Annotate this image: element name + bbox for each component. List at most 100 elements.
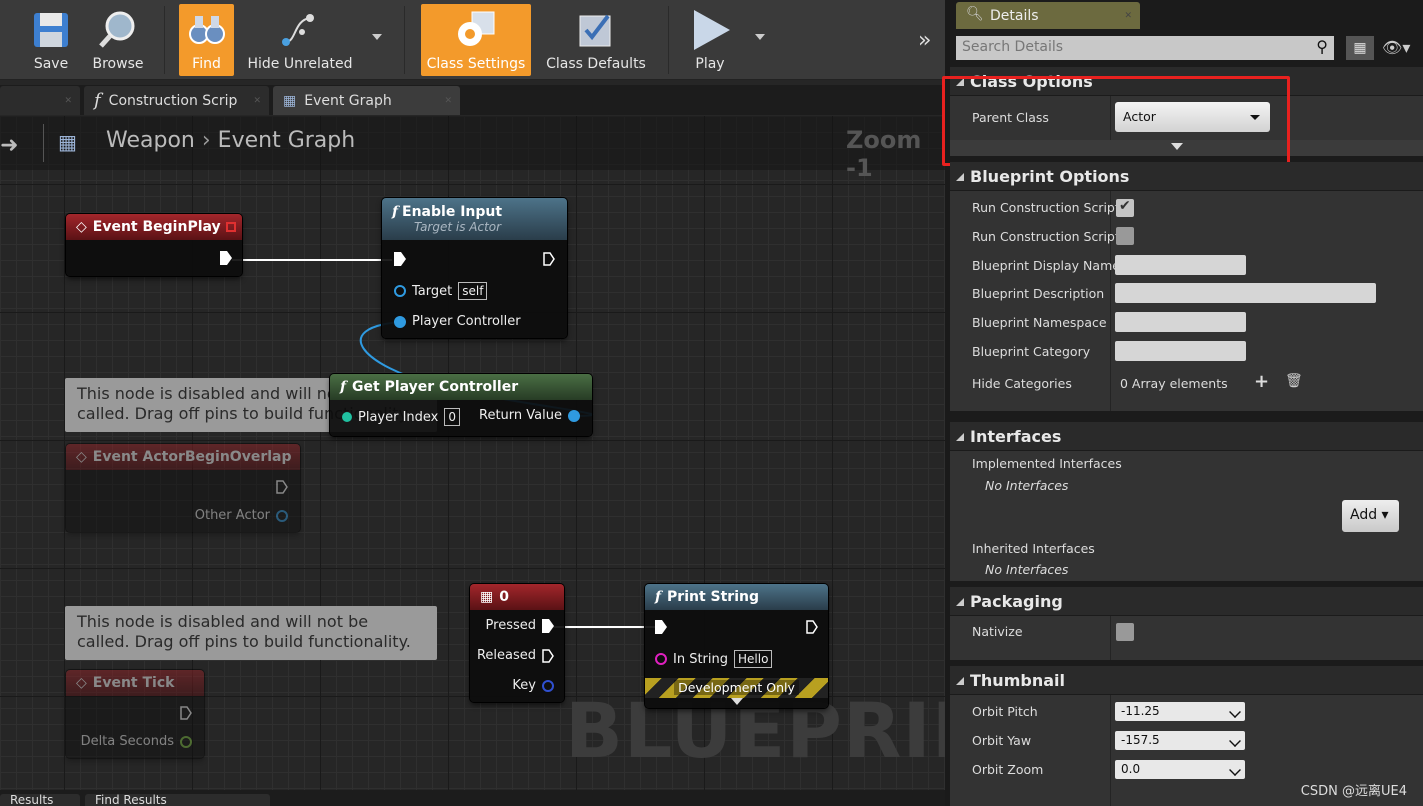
close-icon[interactable]: ✕ [1124,11,1132,21]
orbit-pitch-input[interactable]: -11.25 [1115,702,1245,721]
section-class-options[interactable]: Class Options [950,67,1423,95]
hide-unrelated-button[interactable]: Hide Unrelated [246,4,354,76]
other-actor-pin[interactable]: Other Actor [195,508,288,523]
trash-icon[interactable]: 🗑︎ [1285,373,1303,389]
add-interface-button[interactable]: Add ▾ [1342,500,1399,532]
player-index-pin[interactable]: Player Index 0 [342,408,461,426]
node-print-string[interactable]: f Print String In String Hello Development… [645,584,828,708]
close-icon[interactable]: ✕ [253,96,261,106]
node-event-tick[interactable]: ◇ Event Tick Delta Seconds [66,670,204,758]
packaging-body: Nativize [950,616,1423,660]
blueprint-options-body: Run Construction Script ✔ Run Constructi… [950,191,1423,411]
delta-seconds-pin[interactable]: Delta Seconds [81,734,192,749]
pressed-pin[interactable]: Pressed [486,618,554,633]
node-event-beginplay[interactable]: ◇ Event BeginPlay [66,214,242,276]
node-title: Event Tick [92,675,175,691]
exec-in-pin[interactable] [394,252,406,266]
player-controller-pin[interactable]: Player Controller [394,314,521,329]
node-enable-input[interactable]: f Enable Input Target is Actor Target self… [382,198,567,338]
player-index-value[interactable]: 0 [444,408,461,426]
grid-view-icon[interactable]: ▦ [1346,36,1374,60]
play-button[interactable]: Play [680,4,740,76]
function-icon: f [392,204,399,220]
in-string-pin[interactable]: In String Hello [655,650,773,668]
delegate-pin[interactable] [226,222,236,232]
exec-out-pin[interactable] [220,251,232,265]
breadcrumb-path: Weapon › Event Graph [106,128,356,153]
run-construction-script-2-checkbox[interactable] [1116,227,1134,245]
play-options-chevron-icon[interactable] [755,34,765,40]
close-icon[interactable]: ✕ [64,96,72,106]
graph-canvas[interactable]: BLUEPRINT ◇Event BeginPlay fEnable Input… [0,116,945,790]
search-icon[interactable]: ⚲ [1316,37,1328,56]
display-name-input[interactable] [1115,255,1246,275]
section-interfaces[interactable]: Interfaces [950,422,1423,450]
play-icon [688,10,732,50]
released-pin[interactable]: Released [477,648,554,663]
magnifier-icon: 🔍︎ [966,6,984,22]
breadcrumb-graph[interactable]: Event Graph [218,128,356,153]
exec-out-pin[interactable] [806,620,818,634]
section-thumbnail[interactable]: Thumbnail [950,666,1423,694]
key-pin[interactable]: Key [512,678,554,693]
orbit-pitch-label: Orbit Pitch [972,704,1038,719]
forward-arrow-icon[interactable]: ➜ [0,133,18,158]
expand-arrow-icon[interactable] [731,698,743,705]
node-title: 0 [499,589,509,605]
function-icon: f [655,589,662,605]
close-icon[interactable]: ✕ [444,96,452,106]
target-pin[interactable]: Target self [394,282,488,300]
function-icon: f [94,90,101,111]
run-construction-script-checkbox[interactable]: ✔ [1116,198,1134,217]
development-only-banner: Development Only [645,678,828,698]
node-event-actor-begin-overlap[interactable]: ◇ Event ActorBeginOverlap Other Actor [66,444,300,532]
overflow-chevron-icon[interactable]: » [918,28,931,53]
section-packaging[interactable]: Packaging [950,587,1423,615]
orbit-yaw-input[interactable]: -157.5 [1115,731,1245,750]
class-defaults-button[interactable]: Class Defaults [542,4,650,76]
return-value-pin[interactable]: Return Value [479,408,580,423]
tab-results[interactable]: Results [0,793,80,806]
add-element-icon[interactable]: + [1254,371,1269,392]
find-button[interactable]: Find [179,4,234,76]
binoculars-icon [185,10,229,50]
node-get-player-controller[interactable]: f Get Player Controller Player Index 0 Ret… [330,374,592,436]
class-settings-button[interactable]: Class Settings [421,4,531,76]
tab-event-graph[interactable]: ▦ Event Graph ✕ [273,86,460,115]
display-name-label: Blueprint Display Name [972,258,1120,273]
chevron-down-icon[interactable] [372,34,382,40]
eye-icon[interactable]: 👁︎▾ [1382,38,1410,57]
save-label: Save [33,56,69,72]
orbit-zoom-label: Orbit Zoom [972,762,1044,777]
save-button[interactable]: Save [26,4,76,76]
watermark-credit: CSDN @远离UE4 [1300,784,1407,799]
exec-out-pin[interactable] [543,252,555,266]
breadcrumb-blueprint[interactable]: Weapon [106,128,195,153]
advanced-expander[interactable] [950,140,1423,156]
orbit-zoom-input[interactable]: 0.0 [1115,760,1245,779]
section-blueprint-options[interactable]: Blueprint Options [950,162,1423,190]
in-string-value[interactable]: Hello [734,650,773,668]
self-value[interactable]: self [458,282,488,300]
exec-out-pin[interactable] [180,706,192,720]
node-key-0[interactable]: ▦ 0 Pressed Released Key [470,584,564,702]
tab-construction-script[interactable]: f Construction Scrip ✕ [84,86,269,115]
expand-arrow-icon [1171,143,1183,150]
exec-out-pin[interactable] [276,480,288,494]
category-input[interactable] [1115,341,1246,361]
tab-find-results[interactable]: Find Results [85,793,270,806]
breadcrumb: ➜ ▦ Weapon › Event Graph Zoom -1 [0,116,945,182]
nativize-checkbox[interactable] [1116,623,1134,641]
exec-in-pin[interactable] [655,620,667,634]
comment-disabled-2[interactable]: This node is disabled and will not be ca… [65,606,437,660]
description-input[interactable] [1115,283,1376,303]
details-tab[interactable]: 🔍︎ Details ✕ [956,2,1140,29]
namespace-input[interactable] [1115,312,1246,332]
browse-button[interactable]: Browse [88,4,148,76]
document-tabs: ✕ f Construction Scrip ✕ ▦ Event Graph ✕ [0,85,945,115]
tab-label: Construction Scrip [108,92,238,109]
parent-class-dropdown[interactable]: Actor [1115,102,1270,132]
search-details-input[interactable]: Search Details ⚲ [956,36,1334,60]
toolbar: Save Browse Find Hide Unrelated Class Se… [0,0,945,80]
tab-hidden[interactable]: ✕ [0,86,80,115]
